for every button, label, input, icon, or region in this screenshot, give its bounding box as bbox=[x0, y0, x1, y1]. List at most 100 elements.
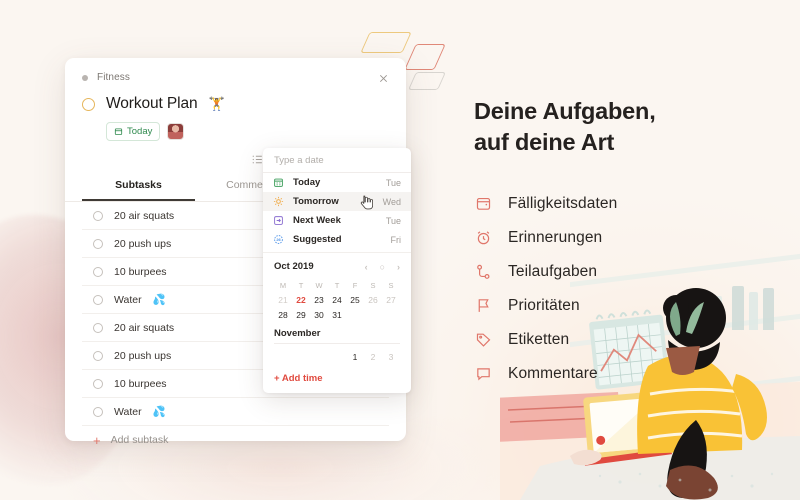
project-color-dot bbox=[82, 74, 88, 81]
subtask-checkbox[interactable] bbox=[93, 238, 103, 249]
calendar-header: Oct 2019 ‹ ○ › bbox=[274, 261, 400, 272]
subtask-label: 10 burpees bbox=[114, 377, 167, 390]
calendar-day-empty bbox=[382, 308, 400, 323]
page-title: Deine Aufgaben, auf deine Art bbox=[474, 98, 656, 156]
calendar-day[interactable]: 26 bbox=[364, 293, 382, 308]
weekday-label: S bbox=[388, 281, 394, 290]
feature-item-comments: Kommentare bbox=[474, 357, 774, 391]
calendar-day[interactable]: 27 bbox=[382, 293, 400, 308]
feature-item-labels: Etiketten bbox=[474, 323, 774, 357]
calendar-grid-november: 1 2 3 bbox=[274, 350, 400, 365]
subtask-label: 20 push ups bbox=[114, 237, 172, 250]
today-dot-icon[interactable]: ○ bbox=[380, 262, 385, 272]
subtask-label: 20 air squats bbox=[114, 209, 175, 222]
hero-section: Deine Aufgaben, auf deine Art Fälligkeit… bbox=[474, 96, 774, 391]
subtasks-icon bbox=[474, 262, 493, 281]
weekday-label: W bbox=[315, 281, 323, 290]
calendar-nav: ‹ ○ › bbox=[365, 262, 400, 272]
calendar-day[interactable]: 24 bbox=[328, 293, 346, 308]
date-option-tomorrow[interactable]: Tomorrow Wed bbox=[263, 192, 411, 211]
calendar: Oct 2019 ‹ ○ › M T W T F S S 21 22 23 24… bbox=[263, 252, 411, 365]
weekday-label: M bbox=[279, 281, 287, 290]
page-title: Workout Plan bbox=[106, 95, 198, 112]
decorative-parallelogram-gray bbox=[407, 72, 447, 90]
feature-label: Teilaufgaben bbox=[508, 262, 598, 280]
subtask-checkbox[interactable] bbox=[93, 266, 103, 277]
subtask-emoji: 💦 bbox=[152, 406, 166, 418]
subtask-label: 10 burpees bbox=[114, 265, 167, 278]
subtask-checkbox[interactable] bbox=[93, 210, 103, 221]
calendar-day[interactable]: 28 bbox=[274, 308, 292, 323]
subtask-emoji: 💦 bbox=[152, 294, 166, 306]
breadcrumb[interactable]: Fitness bbox=[82, 72, 389, 83]
subtask-label: Water bbox=[114, 405, 142, 418]
add-time-button[interactable]: + Add time bbox=[263, 365, 411, 393]
subtask-label: 20 push ups bbox=[114, 349, 172, 362]
date-option-label: Next Week bbox=[293, 215, 341, 226]
calendar-day[interactable]: 25 bbox=[346, 293, 364, 308]
subtask-label: Water bbox=[114, 293, 142, 306]
date-input[interactable]: Type a date bbox=[263, 148, 411, 173]
date-option-day: Fri bbox=[390, 234, 402, 245]
subtask-checkbox[interactable] bbox=[93, 294, 103, 305]
avatar[interactable] bbox=[167, 123, 185, 140]
subtask-checkbox[interactable] bbox=[93, 350, 103, 361]
subtask-label: 20 air squats bbox=[114, 321, 175, 334]
feature-list: Fälligkeitsdaten Erinnerungen Teilaufgab… bbox=[474, 187, 774, 391]
calendar-day-selected[interactable]: 22 bbox=[292, 293, 310, 308]
subtask-checkbox[interactable] bbox=[93, 322, 103, 333]
sun-icon bbox=[273, 196, 284, 207]
alarm-icon bbox=[474, 228, 493, 247]
date-option-suggested[interactable]: 26 Suggested Fri bbox=[263, 230, 411, 249]
weekday-label: F bbox=[352, 281, 358, 290]
tab-subtasks[interactable]: Subtasks bbox=[82, 179, 195, 201]
close-icon[interactable] bbox=[374, 69, 392, 87]
calendar-day[interactable]: 1 bbox=[346, 350, 364, 365]
calendar-day[interactable]: 30 bbox=[310, 308, 328, 323]
task-meta-row: Today bbox=[106, 122, 389, 141]
project-name: Fitness bbox=[97, 72, 130, 83]
date-picker-popover: Type a date Today Tue Tomorrow Wed Next … bbox=[263, 148, 411, 393]
task-title-row: Workout Plan 🏋️ bbox=[82, 95, 389, 113]
date-option-today[interactable]: Today Tue bbox=[263, 173, 411, 192]
calendar-icon bbox=[474, 194, 493, 213]
feature-label: Fälligkeitsdaten bbox=[508, 194, 618, 212]
calendar-day[interactable]: 3 bbox=[382, 350, 400, 365]
comment-icon bbox=[474, 364, 493, 383]
feature-item-reminders: Erinnerungen bbox=[474, 221, 774, 255]
calendar-day-empty bbox=[292, 350, 310, 365]
list-item[interactable]: Water 💦 bbox=[82, 398, 389, 426]
subtask-checkbox[interactable] bbox=[93, 378, 103, 389]
prev-month-icon[interactable]: ‹ bbox=[365, 262, 368, 272]
date-option-day: Tue bbox=[385, 215, 401, 226]
calendar-day[interactable]: 29 bbox=[292, 308, 310, 323]
calendar-month-label: Oct 2019 bbox=[274, 261, 314, 272]
feature-label: Erinnerungen bbox=[508, 228, 603, 246]
calendar-green-icon bbox=[273, 177, 284, 188]
feature-item-subtasks: Teilaufgaben bbox=[474, 255, 774, 289]
due-date-badge[interactable]: Today bbox=[106, 122, 161, 141]
task-checkbox[interactable] bbox=[82, 97, 95, 111]
add-subtask-button[interactable]: + Add subtask bbox=[82, 426, 389, 454]
next-week-icon bbox=[273, 215, 284, 226]
next-month-icon[interactable]: › bbox=[397, 262, 400, 272]
calendar-day[interactable]: 21 bbox=[274, 293, 292, 308]
feature-label: Kommentare bbox=[508, 364, 598, 382]
feature-label: Prioritäten bbox=[508, 296, 580, 314]
feature-item-priorities: Prioritäten bbox=[474, 289, 774, 323]
date-option-label: Suggested bbox=[293, 234, 342, 245]
calendar-day-empty bbox=[346, 308, 364, 323]
decorative-parallelogram-yellow bbox=[360, 32, 412, 53]
calendar-day[interactable]: 23 bbox=[310, 293, 328, 308]
calendar-day-empty bbox=[274, 350, 292, 365]
subtask-checkbox[interactable] bbox=[93, 406, 103, 417]
svg-text:26: 26 bbox=[276, 237, 281, 242]
calendar-day-empty bbox=[364, 308, 382, 323]
calendar-day[interactable]: 31 bbox=[328, 308, 346, 323]
calendar-day[interactable]: 2 bbox=[364, 350, 382, 365]
date-option-next-week[interactable]: Next Week Tue bbox=[263, 211, 411, 230]
date-option-label: Today bbox=[293, 177, 321, 188]
suggested-icon: 26 bbox=[273, 234, 284, 245]
mouse-cursor-icon bbox=[360, 195, 374, 210]
plus-icon: + bbox=[93, 432, 101, 448]
